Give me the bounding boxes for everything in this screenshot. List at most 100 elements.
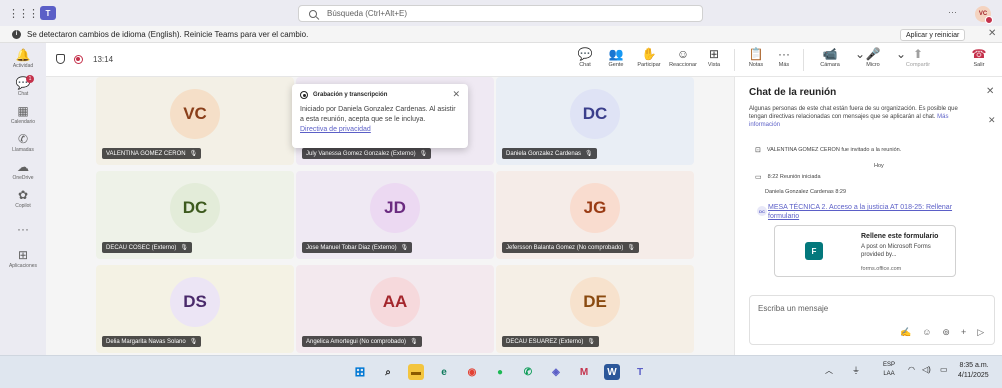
app-rail: 🔔 Actividad 💬 1 Chat ▦ Calendario ✆ Llam… [0, 43, 46, 355]
toolbar-divider [803, 49, 804, 71]
people-button[interactable]: 👥 Gente [599, 46, 633, 74]
loop-icon[interactable]: ⊚ [942, 327, 950, 338]
participant-tile[interactable]: DS Delia Margarita Navas Solano 🎙 [96, 265, 294, 353]
mic-muted-icon: 🎙 [180, 245, 188, 251]
meeting-started-icon: ▭ [755, 174, 762, 181]
mic-muted-icon: 🎙 [189, 151, 198, 157]
phone-icon: ✆ [17, 132, 29, 146]
recording-indicator-icon[interactable] [74, 55, 83, 64]
rail-item-calls[interactable]: ✆ Llamadas [0, 133, 46, 153]
mcafee-icon[interactable]: M [576, 364, 592, 380]
volume-icon[interactable]: ◁) [922, 365, 931, 374]
card-description: A post on Microsoft Forms provided by... [861, 244, 931, 258]
chat-icon: 💬 [577, 47, 593, 61]
notice-message: Se detectaron cambios de idioma (English… [27, 29, 309, 39]
chat-button[interactable]: 💬 Chat [568, 46, 602, 74]
windows-start-icon[interactable]: ⊞ [352, 364, 368, 380]
leave-button[interactable]: ☎ Salir [962, 46, 996, 74]
message-input[interactable] [758, 304, 958, 313]
chrome-icon[interactable]: ◉ [464, 364, 480, 380]
bell-icon: 🔔 [15, 48, 31, 62]
rail-item-onedrive[interactable]: ☁ OneDrive [0, 161, 46, 181]
user-avatar[interactable]: VC [975, 6, 993, 24]
unread-badge: 1 [26, 75, 34, 83]
add-icon[interactable]: + [961, 327, 966, 338]
participant-tile[interactable]: JG Jefersson Balanta Gomez (No comprobad… [496, 171, 694, 259]
search-bar[interactable]: Búsqueda (Ctrl+Alt+E) [298, 5, 703, 22]
close-icon[interactable]: ✕ [452, 89, 460, 100]
forms-card[interactable]: F Rellene este formulario A post on Micr… [774, 225, 956, 277]
participant-name-tag: Jefersson Balanta Gomez (No comprobado) 🎙 [502, 242, 640, 253]
rail-item-calendar[interactable]: ▦ Calendario [0, 105, 46, 125]
windows-taskbar: ⊞ ⌕ ▬ e ◉ ● ✆ ◈ M W T ︿ ⏚ ESP LAA ◠ ◁) ▭… [0, 355, 1002, 388]
more-options-button[interactable]: ··· [948, 7, 957, 17]
format-icon[interactable]: ✍ [900, 327, 911, 338]
close-icon[interactable]: ✕ [988, 28, 996, 39]
mic-muted-icon: 🎙 [410, 339, 418, 345]
card-title: Rellene este formulario [861, 233, 939, 240]
search-icon[interactable]: ⌕ [380, 364, 396, 380]
privacy-policy-link[interactable]: Directiva de privacidad [300, 126, 371, 133]
more-button[interactable]: ··· Más [767, 46, 801, 74]
mic-muted-icon: 🎙 [587, 339, 595, 345]
title-bar: ⋮⋮⋮ T Búsqueda (Ctrl+Alt+E) ··· VC [0, 0, 1002, 26]
more-icon: ··· [17, 222, 29, 236]
participant-name-tag: DECAU COSEC (Externo) 🎙 [102, 242, 192, 253]
send-icon[interactable]: ▷ [977, 327, 984, 338]
usb-icon[interactable]: ⏚ [852, 365, 860, 376]
mic-off-icon: 🎤 [865, 47, 881, 61]
participant-tile[interactable]: DC DECAU COSEC (Externo) 🎙 [96, 171, 294, 259]
participant-name-tag: VALENTINA GOMEZ CERON 🎙 [102, 148, 202, 159]
app-icon[interactable]: ◈ [548, 364, 564, 380]
meeting-timer: 13:14 [93, 55, 114, 64]
participant-tile[interactable]: DC Daniela Gonzalez Cardenas 🎙 [496, 77, 694, 165]
message-form-link[interactable]: MESA TÉCNICA 2. Acceso a la justicia AT … [768, 203, 968, 221]
recording-icon [300, 91, 308, 99]
teams-icon[interactable]: T [632, 364, 648, 380]
participant-tile[interactable]: VC VALENTINA GOMEZ CERON 🎙 [96, 77, 294, 165]
camera-off-icon: 📹 [822, 47, 838, 61]
avatar: DC [570, 88, 620, 139]
avatar: VC [170, 88, 220, 139]
dismiss-warning-icon[interactable]: ✕ [988, 115, 996, 126]
raise-hand-button[interactable]: ✋ Participar [632, 46, 666, 74]
popup-body: Iniciado por Daniela Gonzalez Cardenas. … [300, 106, 456, 123]
edge-browser-icon[interactable]: e [436, 364, 452, 380]
view-button[interactable]: ⊞ Vista [697, 46, 731, 74]
calendar-icon: ▦ [17, 104, 29, 118]
apply-restart-button[interactable]: Aplicar y reiniciar [900, 29, 966, 41]
toolbar-divider [734, 49, 735, 71]
compose-box[interactable]: ✍ ☺ ⊚ + ▷ [749, 295, 995, 345]
rail-item-more[interactable]: ··· [0, 223, 46, 236]
wifi-icon[interactable]: ◠ [908, 365, 915, 374]
system-clock[interactable]: 8:35 a.m. 4/11/2025 [958, 361, 989, 381]
rail-item-apps[interactable]: ⊞ Aplicaciones [0, 249, 46, 269]
word-icon[interactable]: W [604, 364, 620, 380]
avatar: DE [570, 276, 620, 327]
notes-icon: 📋 [748, 47, 764, 61]
whatsapp-icon[interactable]: ✆ [520, 364, 536, 380]
tray-chevron-icon[interactable]: ︿ [825, 365, 833, 376]
file-explorer-icon[interactable]: ▬ [408, 364, 424, 380]
spotify-icon[interactable]: ● [492, 364, 508, 380]
rail-item-copilot[interactable]: ✿ Copilot [0, 189, 46, 209]
more-icon: ··· [778, 47, 790, 61]
camera-button[interactable]: 📹 Cámara [813, 46, 847, 74]
share-button[interactable]: ⬆ Compartir [901, 46, 935, 74]
participant-tile[interactable]: AA Angelica Amortegui (No comprobado) 🎙 [296, 265, 494, 353]
react-button[interactable]: ☺ Reaccionar [666, 46, 700, 74]
rail-item-activity[interactable]: 🔔 Actividad [0, 49, 46, 69]
emoji-icon[interactable]: ☺ [922, 327, 931, 338]
input-language[interactable]: ESP LAA [883, 361, 895, 379]
grid-view-icon: ⊞ [708, 47, 720, 61]
participant-name-tag: DECAU ESUAREZ (Externo) 🎙 [502, 336, 599, 347]
rail-item-chat[interactable]: 💬 1 Chat [0, 75, 46, 97]
participant-tile[interactable]: DE DECAU ESUAREZ (Externo) 🎙 [496, 265, 694, 353]
battery-icon[interactable]: ▭ [940, 365, 948, 374]
avatar: DC [170, 182, 220, 233]
shield-icon[interactable] [56, 54, 65, 64]
participant-tile[interactable]: JD Jose Manuel Tobar Diaz (Externo) 🎙 [296, 171, 494, 259]
search-input[interactable]: Búsqueda (Ctrl+Alt+E) [327, 9, 407, 18]
close-icon[interactable]: ✕ [986, 86, 994, 97]
apps-grid-icon[interactable]: ⋮⋮⋮ [8, 4, 39, 22]
